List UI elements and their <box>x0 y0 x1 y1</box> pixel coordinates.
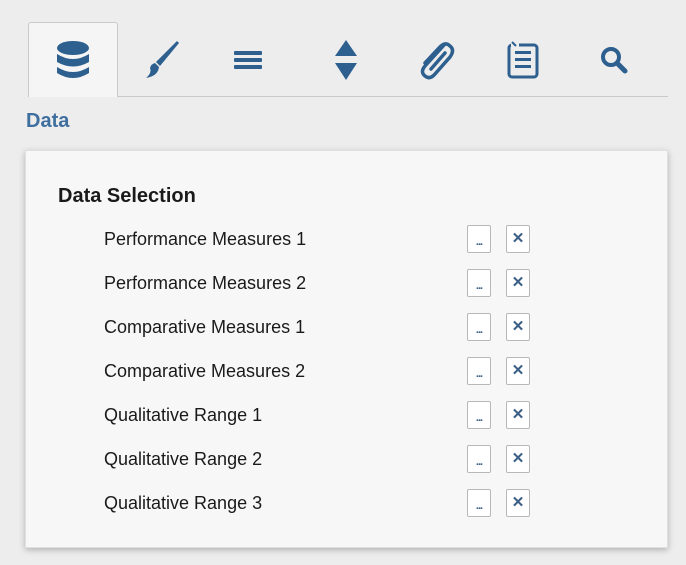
list-item: Comparative Measures 2 ... ✕ <box>26 353 669 389</box>
list-icon <box>506 39 540 80</box>
browse-button[interactable]: ... <box>467 357 491 385</box>
close-icon: ✕ <box>511 318 525 335</box>
tab-sort[interactable] <box>301 22 391 97</box>
clear-button[interactable]: ✕ <box>506 225 530 253</box>
close-icon: ✕ <box>511 362 525 379</box>
list-item: Performance Measures 1 ... ✕ <box>26 221 669 257</box>
row-label: Qualitative Range 1 <box>104 405 263 425</box>
row-label: Performance Measures 2 <box>104 273 307 293</box>
ellipsis-icon: ... <box>475 324 483 336</box>
list-item: Performance Measures 2 ... ✕ <box>26 265 669 301</box>
ellipsis-icon: ... <box>475 456 483 468</box>
clear-button[interactable]: ✕ <box>506 357 530 385</box>
clear-button[interactable]: ✕ <box>506 313 530 341</box>
row-label: Qualitative Range 3 <box>104 493 263 513</box>
toolbar-tabs <box>0 0 686 100</box>
row-label: Performance Measures 1 <box>104 229 307 249</box>
close-icon: ✕ <box>511 494 525 511</box>
list-item: Qualitative Range 1 ... ✕ <box>26 397 669 433</box>
section-title: Data <box>26 110 70 132</box>
tab-data[interactable] <box>28 22 118 97</box>
ellipsis-icon: ... <box>475 412 483 424</box>
tab-menu[interactable] <box>204 22 294 97</box>
list-item: Qualitative Range 3 ... ✕ <box>26 485 669 521</box>
close-icon: ✕ <box>511 274 525 291</box>
close-icon: ✕ <box>511 230 525 247</box>
ellipsis-icon: ... <box>475 500 483 512</box>
browse-button[interactable]: ... <box>467 269 491 297</box>
browse-button[interactable]: ... <box>467 313 491 341</box>
close-icon: ✕ <box>511 450 525 467</box>
panel-heading: Data Selection <box>58 185 196 207</box>
browse-button[interactable]: ... <box>467 225 491 253</box>
browse-button[interactable]: ... <box>467 401 491 429</box>
row-label: Qualitative Range 2 <box>104 449 263 469</box>
ellipsis-icon: ... <box>475 280 483 292</box>
row-label: Comparative Measures 2 <box>104 361 306 381</box>
list-item: Comparative Measures 1 ... ✕ <box>26 309 669 345</box>
close-icon: ✕ <box>511 406 525 423</box>
row-label: Comparative Measures 1 <box>104 317 306 337</box>
tab-style[interactable] <box>118 22 208 97</box>
clear-button[interactable]: ✕ <box>506 489 530 517</box>
sort-icon <box>334 39 358 81</box>
clear-button[interactable]: ✕ <box>506 401 530 429</box>
ellipsis-icon: ... <box>475 236 483 248</box>
paperclip-icon <box>415 39 455 81</box>
clear-button[interactable]: ✕ <box>506 269 530 297</box>
menu-icon <box>234 48 264 72</box>
database-icon <box>55 40 91 80</box>
browse-button[interactable]: ... <box>467 445 491 473</box>
browse-button[interactable]: ... <box>467 489 491 517</box>
tab-search[interactable] <box>569 22 659 97</box>
clear-button[interactable]: ✕ <box>506 445 530 473</box>
list-item: Qualitative Range 2 ... ✕ <box>26 441 669 477</box>
paintbrush-icon <box>144 40 182 80</box>
tab-attachment[interactable] <box>390 22 480 97</box>
ellipsis-icon: ... <box>475 368 483 380</box>
data-selection-panel: Data Selection Performance Measures 1 ..… <box>25 150 668 548</box>
tab-list[interactable] <box>478 22 568 97</box>
search-icon <box>599 45 629 75</box>
